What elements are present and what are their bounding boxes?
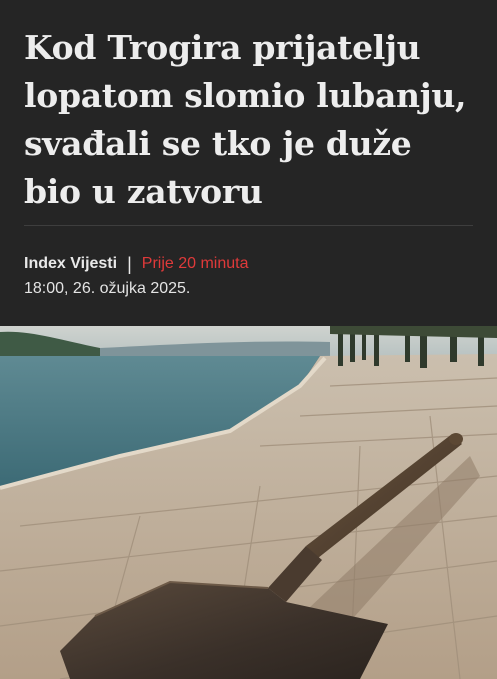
article-meta: Index Vijesti | Prije 20 minuta [24, 253, 248, 275]
hero-illustration [0, 326, 497, 679]
article-headline[interactable]: Kod Trogira prijatelju lopatom slomio lu… [24, 24, 479, 216]
publish-datetime: 18:00, 26. ožujka 2025. [24, 280, 191, 297]
meta-separator: | [127, 253, 132, 274]
relative-time: Prije 20 minuta [141, 255, 249, 272]
article-header: Kod Trogira prijatelju lopatom slomio lu… [0, 0, 497, 326]
source-link[interactable]: Index Vijesti [24, 255, 117, 273]
header-divider [24, 225, 473, 226]
hero-image[interactable] [0, 326, 497, 679]
